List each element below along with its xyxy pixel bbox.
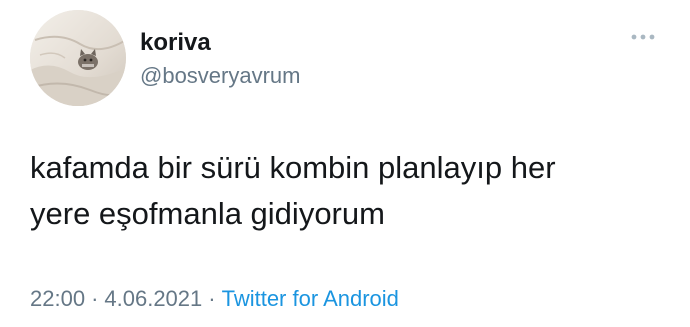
- tweet-meta: 22:00 · 4.06.2021 · Twitter for Android: [30, 284, 399, 314]
- tweet-text-line: kafamda bir sürü kombin planlayıp her: [30, 150, 556, 185]
- tweet-card: koriva @bosveryavrum kafamda bir sürü ko…: [0, 0, 690, 327]
- tweet-time[interactable]: 22:00: [30, 286, 85, 311]
- tweet-text: kafamda bir sürü kombin planlayıp her ye…: [30, 145, 670, 237]
- avatar-image: [30, 10, 126, 106]
- tweet-text-line: yere eşofmanla gidiyorum: [30, 196, 385, 231]
- tweet-source-link[interactable]: Twitter for Android: [222, 286, 399, 311]
- avatar[interactable]: [30, 10, 126, 106]
- meta-separator: ·: [208, 286, 216, 311]
- meta-separator: ·: [91, 286, 99, 311]
- user-handle[interactable]: @bosveryavrum: [140, 62, 301, 90]
- more-horizontal-icon[interactable]: [630, 32, 656, 42]
- display-name[interactable]: koriva: [140, 28, 211, 58]
- tweet-date[interactable]: 4.06.2021: [104, 286, 202, 311]
